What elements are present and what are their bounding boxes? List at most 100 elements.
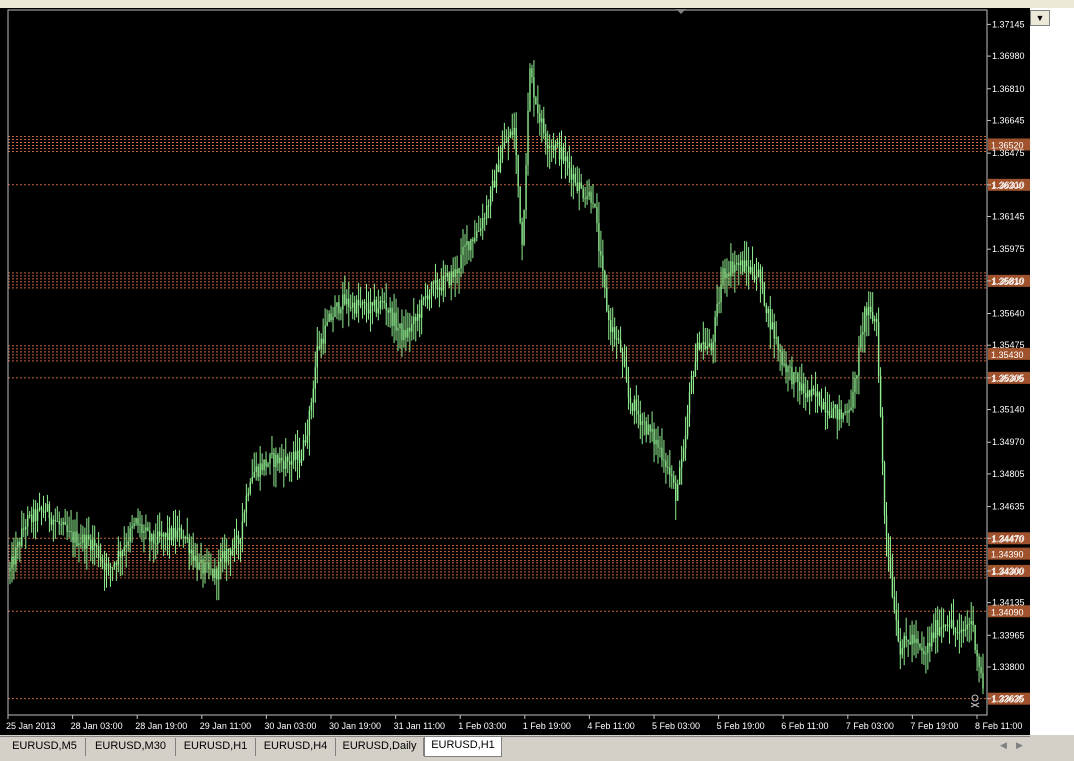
candle-body	[133, 523, 135, 527]
tab-eurusd-h1[interactable]: EURUSD,H1	[176, 738, 256, 756]
candle-body	[279, 457, 281, 464]
candle-body	[155, 543, 157, 545]
candle-body	[698, 342, 701, 350]
candle-body	[659, 447, 661, 449]
candle-body	[909, 641, 911, 645]
candle-body	[249, 481, 251, 494]
candle-body	[359, 304, 362, 306]
candle-body	[515, 127, 517, 156]
candle-body	[478, 230, 480, 232]
tab-eurusd-h4[interactable]: EURUSD,H4	[256, 738, 336, 756]
candle-body	[712, 341, 714, 351]
x-tick-label: 25 Jan 2013	[6, 721, 56, 731]
y-tick-label: 1.34805	[992, 469, 1025, 479]
candle-body	[66, 524, 68, 532]
candle-body	[483, 218, 486, 220]
candle-body	[678, 467, 681, 485]
candle-body	[881, 415, 884, 463]
candle-body	[135, 518, 137, 524]
candle-body	[905, 635, 907, 640]
x-tick-label: 5 Feb 19:00	[717, 721, 765, 731]
arrow-left-icon[interactable]: ◀	[1000, 740, 1007, 751]
candle-body	[635, 399, 638, 411]
chart-canvas[interactable]: 1.365201.363001.358101.354301.353051.344…	[0, 8, 1030, 735]
candle-body	[726, 273, 728, 279]
price-chart[interactable]: 1.36520 1.36300 1.35810 1.35430 1.35305 1.344…	[0, 8, 1030, 735]
candle-body	[509, 131, 511, 138]
candle-body	[129, 528, 131, 542]
candle-body	[588, 191, 590, 197]
candle-body	[617, 338, 620, 340]
candle-body	[223, 551, 226, 562]
chart-shift-marker[interactable]	[676, 9, 686, 14]
candle-body	[257, 466, 259, 477]
candle-body	[101, 559, 104, 563]
tab-eurusd-m30[interactable]: EURUSD,M30	[86, 738, 176, 756]
candle-body	[834, 404, 836, 409]
candle-body	[891, 571, 894, 597]
candle-body	[243, 512, 246, 522]
candle-body	[590, 191, 592, 203]
skull-icon	[970, 694, 980, 708]
candle-body	[318, 346, 320, 349]
candle-body	[466, 241, 468, 246]
candle-body	[832, 408, 835, 418]
candle-body	[708, 343, 710, 347]
candle-body	[677, 484, 679, 501]
candle-body	[355, 299, 358, 314]
x-tick-label: 30 Jan 19:00	[329, 721, 381, 731]
candle-body	[765, 305, 768, 314]
candle-body	[714, 316, 716, 342]
candle-body	[271, 452, 273, 455]
candle-body	[665, 460, 667, 468]
candle-body	[214, 568, 216, 578]
candle-body	[290, 460, 293, 465]
candle-body	[194, 556, 196, 561]
y-tick-label: 1.36475	[992, 148, 1025, 158]
y-tick-label: 1.34970	[992, 437, 1025, 447]
candle-body	[474, 237, 476, 242]
candle-body	[220, 558, 222, 562]
y-tick-label: 1.34635	[992, 502, 1025, 512]
candle-body	[740, 260, 742, 266]
candle-body	[489, 189, 492, 206]
candle-body	[805, 393, 807, 398]
candle-body	[273, 452, 275, 468]
tab-eurusd-m5[interactable]: EURUSD,M5	[4, 738, 86, 756]
candle-body	[682, 448, 685, 460]
candle-body	[436, 280, 439, 290]
candle-body	[566, 156, 569, 162]
candle-body	[860, 334, 862, 348]
candle-body	[978, 656, 980, 667]
timeframe-dropdown[interactable]: ▼	[1030, 10, 1050, 26]
candle-body	[54, 519, 57, 522]
candle-body	[460, 255, 462, 269]
candle-body	[56, 520, 58, 522]
x-tick-label: 31 Jan 11:00	[394, 721, 445, 731]
candle-body	[838, 409, 840, 420]
candle-body	[352, 302, 354, 308]
candle-body	[619, 339, 622, 352]
candle-body	[669, 467, 671, 475]
candle-body	[596, 207, 598, 224]
candle-body	[127, 541, 129, 546]
candle-body	[267, 463, 269, 467]
candle-body	[720, 285, 722, 303]
arrow-right-icon[interactable]: ▶	[1016, 740, 1023, 751]
candle-body	[529, 68, 531, 111]
candle-body	[476, 231, 478, 238]
tab-eurusd-h1-active[interactable]: EURUSD,H1	[424, 737, 502, 757]
candle-body	[78, 543, 80, 546]
candle-body	[107, 563, 110, 566]
candle-body	[641, 421, 643, 425]
candle-body	[655, 439, 657, 445]
candle-body	[450, 271, 452, 286]
candle-body	[728, 273, 730, 277]
tab-eurusd-daily[interactable]: EURUSD,Daily	[336, 738, 424, 756]
candle-body	[767, 308, 770, 314]
candle-body	[11, 556, 13, 569]
candle-body	[407, 327, 409, 338]
candle-body	[513, 127, 515, 136]
candle-body	[868, 306, 870, 316]
candle-body	[946, 624, 949, 627]
